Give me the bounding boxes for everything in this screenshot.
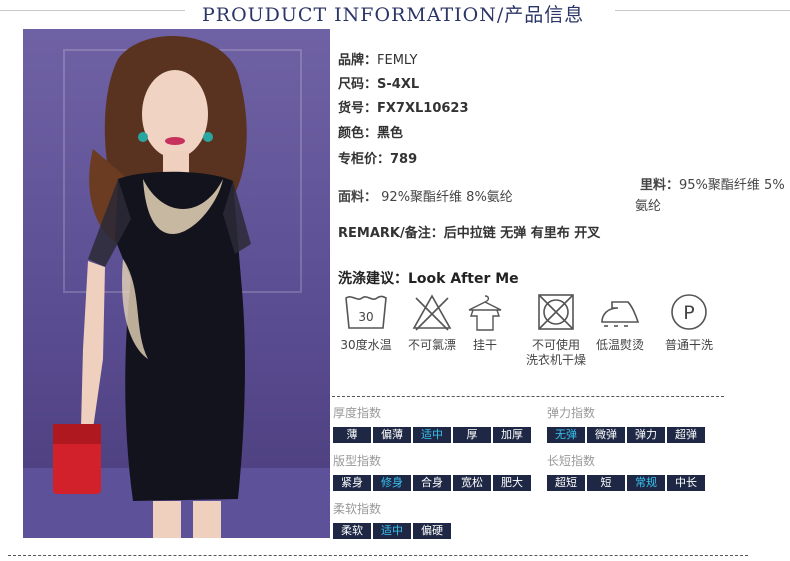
color-value: 黑色 <box>377 126 404 141</box>
scale-chip: 微弹 <box>587 427 625 443</box>
thickness-title: 厚度指数 <box>333 406 382 420</box>
sku-label: 货号： <box>338 101 378 116</box>
low-iron-icon <box>601 301 640 327</box>
thickness-scale: 薄 偏薄 适中 厚 加厚 <box>333 427 531 443</box>
care-item-bleach: 不可氯漂 <box>404 292 460 353</box>
scale-chip: 偏薄 <box>373 427 411 443</box>
wash-30-icon: 30 <box>345 295 387 329</box>
header-divider-left <box>0 10 185 11</box>
scale-chip-selected: 适中 <box>373 523 411 539</box>
no-bleach-icon <box>412 294 452 331</box>
care-header: 洗涤建议：Look After Me <box>338 268 519 288</box>
care-label-iron: 低温熨烫 <box>595 338 644 352</box>
scale-chip-selected: 适中 <box>413 427 451 443</box>
elasticity-scale: 无弹 微弹 弹力 超弹 <box>547 427 705 443</box>
fabric-row: 面料： 92%聚酯纤维 8%氨纶 <box>338 186 513 205</box>
dry-clean-icon: P <box>671 294 707 330</box>
sku-value: FX7XL10623 <box>377 101 469 116</box>
remark-value: 后中拉链 无弹 有里布 开叉 <box>443 226 601 241</box>
brand-value: FEMLY <box>377 53 418 68</box>
care-label-tumble-line1: 不可使用 <box>531 338 580 352</box>
remark-row: REMARK/备注：后中拉链 无弹 有里布 开叉 <box>338 222 600 241</box>
lining-row: 里料：95%聚酯纤维 5% 氨纶 <box>635 175 790 217</box>
length-title: 长短指数 <box>547 454 596 468</box>
section-title: PROUDUCT INFORMATION/产品信息 <box>202 4 585 26</box>
scale-chip: 厚 <box>453 427 491 443</box>
lining-value-cont: 氨纶 <box>635 199 662 214</box>
size-row: 尺码：S-4XL <box>338 73 419 92</box>
care-item-tumble: 不可使用 洗衣机干燥 <box>521 292 591 368</box>
care-label-wash: 30度水温 <box>340 338 392 352</box>
care-divider <box>332 396 724 397</box>
care-item-hang: 挂干 <box>462 292 508 353</box>
header-divider-right <box>615 10 790 11</box>
color-label: 颜色： <box>338 126 378 141</box>
scale-chip-selected: 无弹 <box>547 427 585 443</box>
care-title: Look After Me <box>408 271 519 287</box>
care-item-wash: 30 30度水温 <box>338 292 394 353</box>
care-label-hang: 挂干 <box>472 338 497 352</box>
softness-title: 柔软指数 <box>333 502 382 516</box>
remark-label: REMARK/备注： <box>338 226 444 241</box>
size-value: S-4XL <box>377 77 420 92</box>
scale-chip: 超短 <box>547 475 585 491</box>
scale-chip: 肥大 <box>493 475 531 491</box>
scale-chip: 偏硬 <box>413 523 451 539</box>
scale-chip: 超弹 <box>667 427 705 443</box>
care-label-tumble-line2: 洗衣机干燥 <box>525 353 586 367</box>
hang-dry-icon <box>468 295 502 331</box>
care-label: 洗涤建议： <box>338 271 408 287</box>
scale-chip: 薄 <box>333 427 371 443</box>
care-item-dryclean: P 普通干洗 <box>660 292 718 353</box>
scale-chip-selected: 常规 <box>627 475 665 491</box>
color-row: 颜色：黑色 <box>338 122 403 141</box>
scale-chip: 合身 <box>413 475 451 491</box>
lining-label: 里料： <box>640 178 680 193</box>
fit-scale: 紧身 修身 合身 宽松 肥大 <box>333 475 531 491</box>
fabric-value: 92%聚酯纤维 8%氨纶 <box>381 190 513 205</box>
no-tumble-dry-icon <box>538 294 574 330</box>
brand-row: 品牌：FEMLY <box>338 49 417 68</box>
product-photo <box>23 29 330 538</box>
fit-title: 版型指数 <box>333 454 382 468</box>
wash-temp: 30 <box>358 310 373 324</box>
scale-chip: 加厚 <box>493 427 531 443</box>
model-figure <box>53 36 251 538</box>
softness-scale: 柔软 适中 偏硬 <box>333 523 451 539</box>
scale-chip: 紧身 <box>333 475 371 491</box>
care-label-dryclean: 普通干洗 <box>664 338 713 352</box>
section-header: PROUDUCT INFORMATION/产品信息 <box>0 0 790 26</box>
price-row: 专柜价：789 <box>338 148 417 167</box>
fabric-label: 面料： <box>338 190 378 205</box>
sku-row: 货号：FX7XL10623 <box>338 97 469 116</box>
scale-chip: 中长 <box>667 475 705 491</box>
care-item-iron: 低温熨烫 <box>590 292 650 353</box>
size-label: 尺码： <box>338 77 378 92</box>
elasticity-title: 弹力指数 <box>547 406 596 420</box>
scale-chip: 宽松 <box>453 475 491 491</box>
brand-label: 品牌： <box>338 53 378 68</box>
length-scale: 超短 短 常规 中长 <box>547 475 705 491</box>
dry-clean-letter: P <box>683 302 694 324</box>
price-label: 专柜价： <box>338 152 391 167</box>
lining-value: 95%聚酯纤维 5% <box>679 178 785 193</box>
care-label-tumble: 不可使用 洗衣机干燥 <box>521 338 591 368</box>
price-value: 789 <box>390 152 418 167</box>
scale-chip: 弹力 <box>627 427 665 443</box>
scale-chip-selected: 修身 <box>373 475 411 491</box>
scale-chip: 柔软 <box>333 523 371 539</box>
care-label-bleach: 不可氯漂 <box>407 338 456 352</box>
scale-chip: 短 <box>587 475 625 491</box>
bottom-divider <box>8 555 748 556</box>
